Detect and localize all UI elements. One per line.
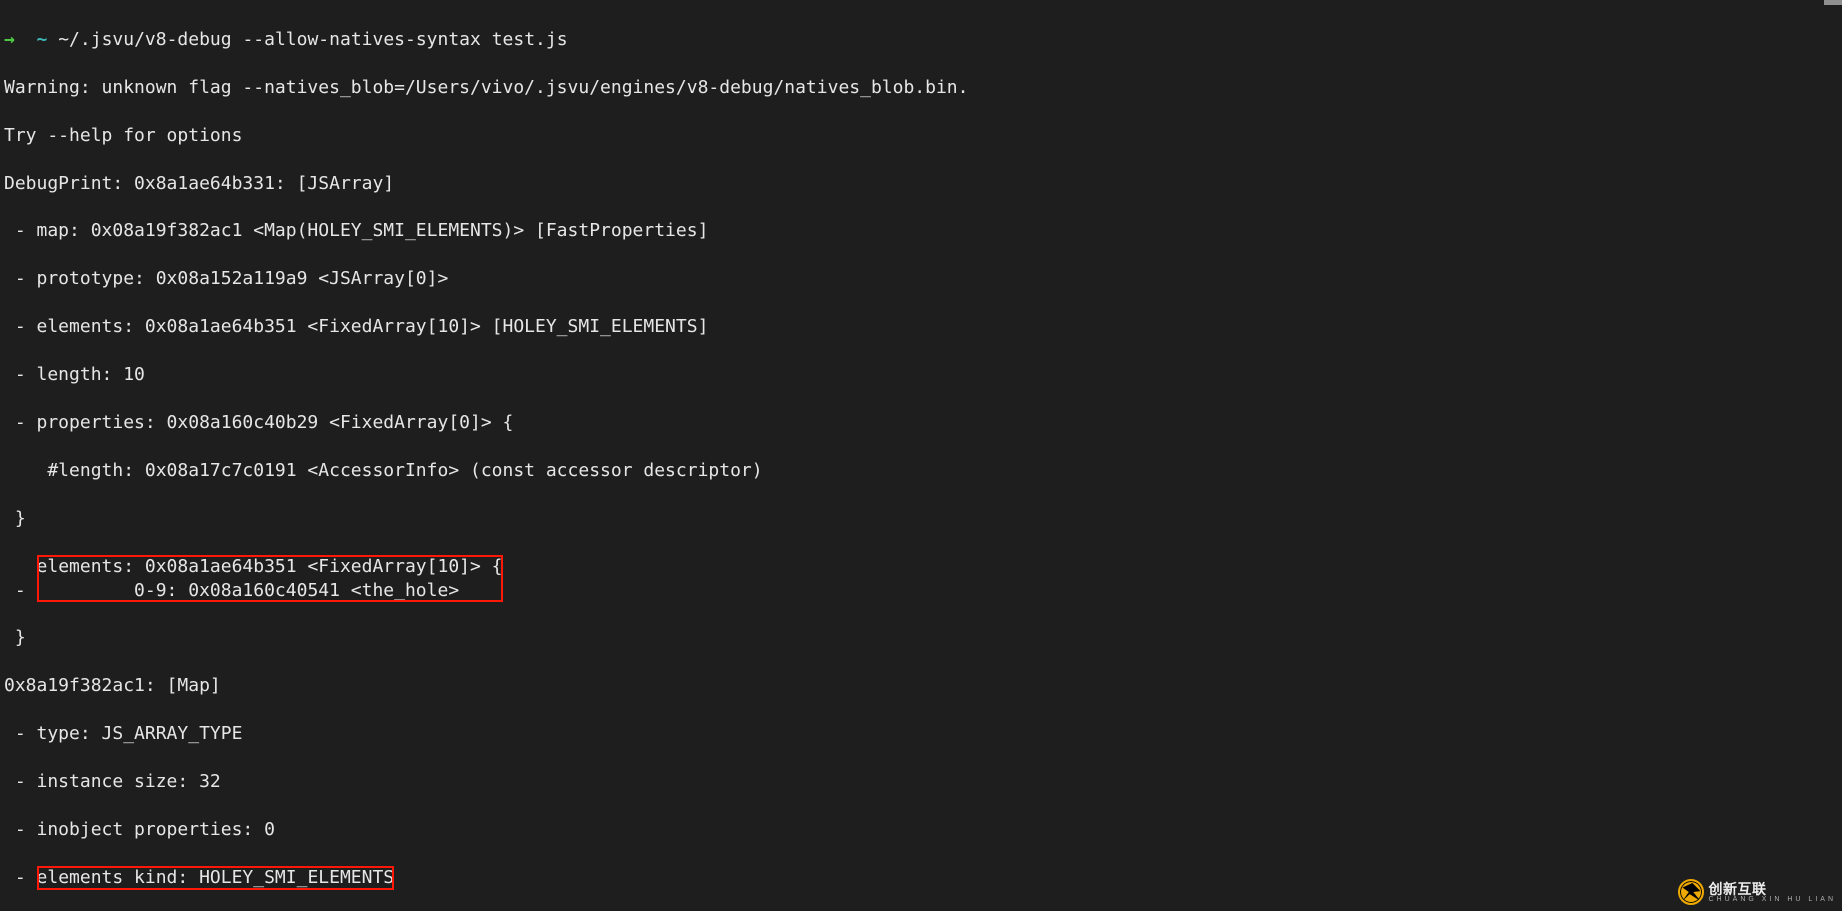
output-line: - type: JS_ARRAY_TYPE bbox=[4, 722, 1838, 746]
output-line: #length: 0x08a17c7c0191 <AccessorInfo> (… bbox=[4, 459, 1838, 483]
output-line: - map: 0x08a19f382ac1 <Map(HOLEY_SMI_ELE… bbox=[4, 219, 1838, 243]
watermark-subtitle: CHUANG XIN HU LIAN bbox=[1708, 896, 1836, 903]
command-text: ~/.jsvu/v8-debug --allow-natives-syntax … bbox=[58, 29, 567, 50]
prompt-cwd: ~ bbox=[37, 29, 48, 50]
cx-logo-icon bbox=[1678, 879, 1704, 905]
highlight-elements-kind: elements kind: HOLEY_SMI_ELEMENTS bbox=[37, 866, 395, 890]
prompt-arrow-icon: → bbox=[4, 29, 15, 50]
watermark-title: 创新互联 bbox=[1708, 881, 1766, 897]
output-line: 0x8a19f382ac1: [Map] bbox=[4, 674, 1838, 698]
highlight-elements-hole: elements: 0x08a1ae64b351 <FixedArray[10]… bbox=[37, 555, 503, 603]
scrollbar-thumb[interactable] bbox=[1824, 0, 1842, 5]
line-prefix: - bbox=[4, 867, 37, 888]
watermark-text: 创新互联 CHUANG XIN HU LIAN bbox=[1708, 882, 1836, 903]
prompt-line: → ~ ~/.jsvu/v8-debug --allow-natives-syn… bbox=[4, 28, 1838, 52]
output-line: - length: 10 bbox=[4, 363, 1838, 387]
output-line: } bbox=[4, 507, 1838, 531]
output-line: - instance size: 32 bbox=[4, 770, 1838, 794]
output-line: - prototype: 0x08a152a119a9 <JSArray[0]> bbox=[4, 267, 1838, 291]
output-line: Try --help for options bbox=[4, 124, 1838, 148]
line-prefix: - bbox=[4, 580, 37, 601]
output-line: - inobject properties: 0 bbox=[4, 818, 1838, 842]
output-line: - elements kind: HOLEY_SMI_ELEMENTS bbox=[4, 866, 1838, 890]
output-line: - properties: 0x08a160c40b29 <FixedArray… bbox=[4, 411, 1838, 435]
output-line: } bbox=[4, 626, 1838, 650]
output-line: DebugPrint: 0x8a1ae64b331: [JSArray] bbox=[4, 172, 1838, 196]
output-line: - elements: 0x08a1ae64b351 <FixedArray[1… bbox=[4, 555, 1838, 603]
terminal-output: → ~ ~/.jsvu/v8-debug --allow-natives-syn… bbox=[0, 0, 1842, 911]
output-line: Warning: unknown flag --natives_blob=/Us… bbox=[4, 76, 1838, 100]
watermark: 创新互联 CHUANG XIN HU LIAN bbox=[1678, 879, 1836, 905]
output-line: - elements: 0x08a1ae64b351 <FixedArray[1… bbox=[4, 315, 1838, 339]
